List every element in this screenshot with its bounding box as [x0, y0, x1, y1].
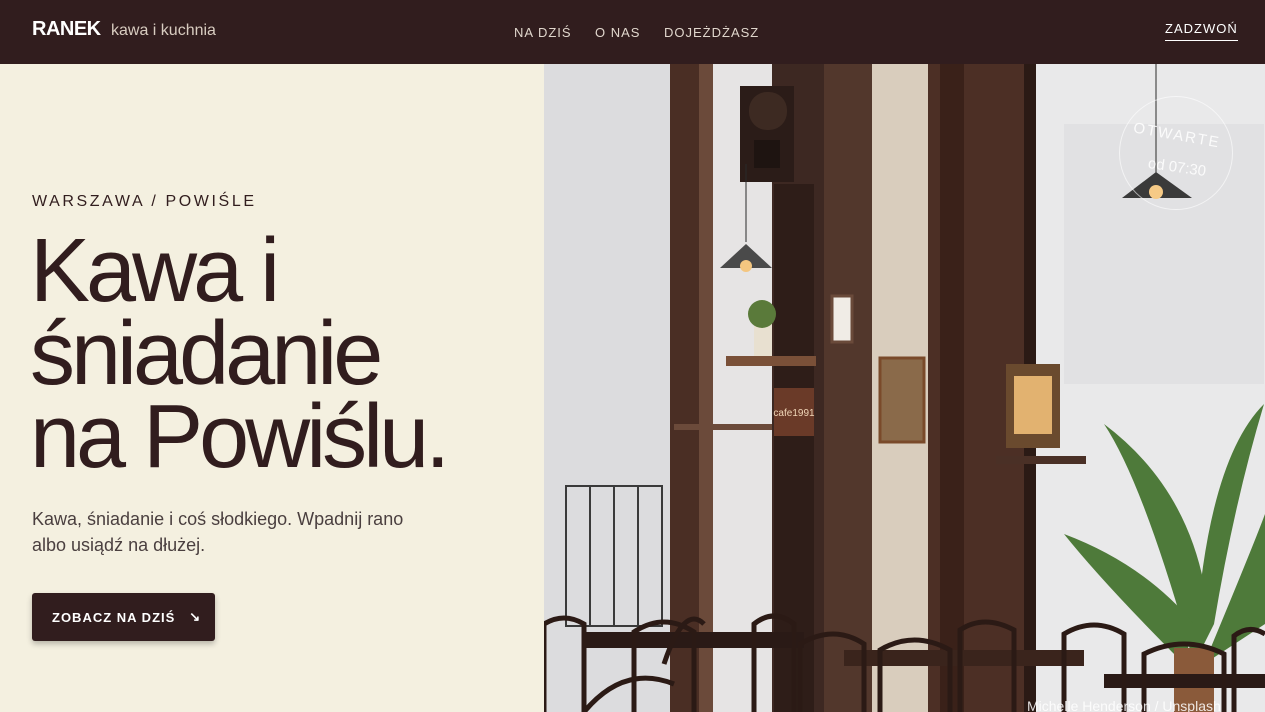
badge-open-label: OTWARTE [1132, 119, 1222, 152]
shop-sign: cafe1991 [773, 408, 815, 419]
tagline: kawa i kuchnia [111, 22, 216, 39]
see-today-label: ZOBACZ NA DZIŚ [52, 609, 176, 625]
badge-hours: od 07:30 [1146, 155, 1208, 180]
headline-line-1: Kawa i [30, 221, 280, 321]
top-nav: RANEK kawa i kuchnia NA DZIŚ O NAS DOJEŻ… [0, 0, 1265, 64]
nav-link-dojezdzasz[interactable]: DOJEŻDŻASZ [664, 25, 759, 40]
logo[interactable]: RANEK [32, 18, 101, 41]
open-hours-badge: OTWARTE od 07:30 [1119, 96, 1233, 210]
nav-link-na-dzis[interactable]: NA DZIŚ [514, 25, 572, 40]
see-today-button[interactable]: ZOBACZ NA DZIŚ ↘ [32, 593, 215, 641]
arrow-down-right-icon: ↘ [189, 609, 202, 624]
headline-line-3: na Powiślu. [30, 387, 450, 487]
call-link[interactable]: ZADZWOŃ [1165, 21, 1238, 41]
headline-line-2: śniadanie [30, 304, 383, 404]
hero-lead: Kawa, śniadanie i coś słodkiego. Wpadnij… [32, 509, 404, 555]
hero-headline: Kawa i śniadanie na Powiślu. [30, 221, 530, 487]
photo-credit: Michelle Henderson / Unsplash [1027, 698, 1221, 712]
location-eyebrow: WARSZAWA / POWIŚLE [32, 193, 257, 210]
nav-link-o-nas[interactable]: O NAS [595, 25, 640, 40]
